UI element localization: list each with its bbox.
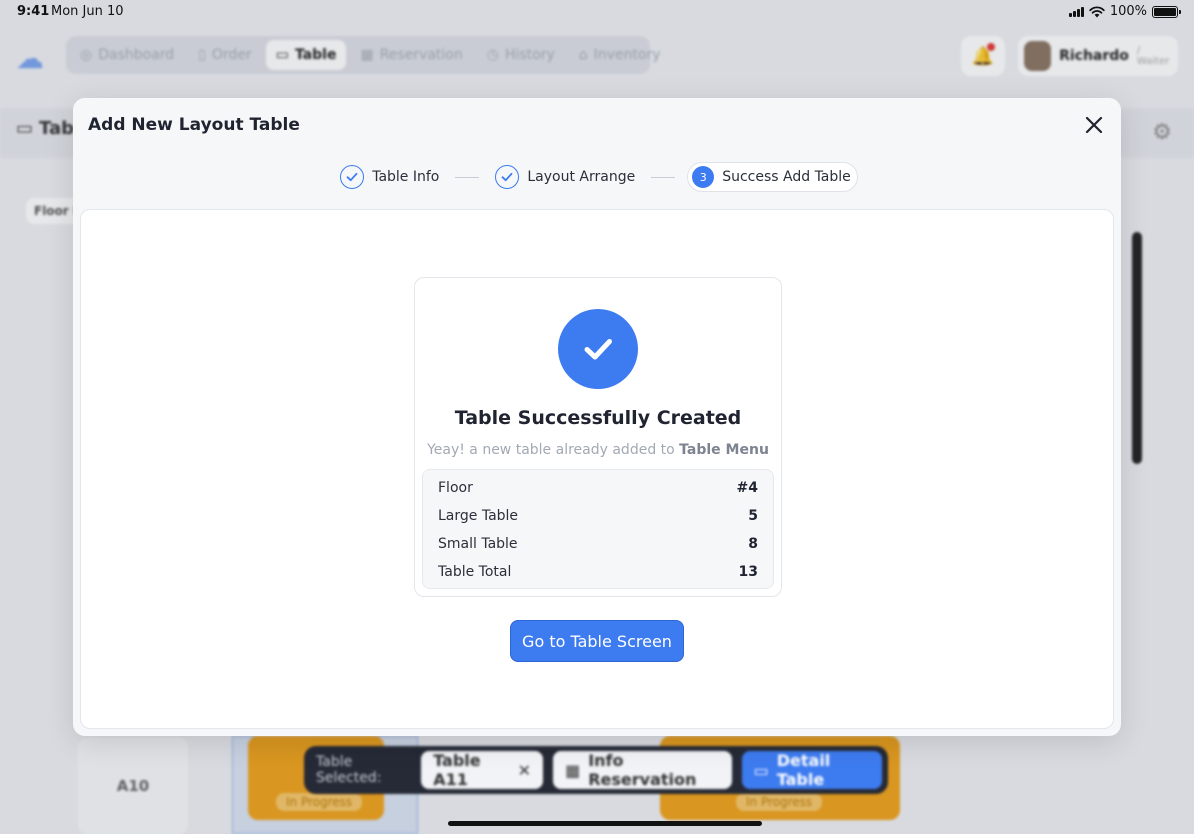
step-label: Layout Arrange <box>527 169 636 185</box>
status-bar: 9:41 Mon Jun 10 100% <box>0 0 1194 24</box>
step-number: 3 <box>692 166 715 188</box>
go-to-table-screen-button[interactable]: Go to Table Screen <box>510 620 684 662</box>
status-date: Mon Jun 10 <box>51 4 124 19</box>
step-divider <box>651 176 676 178</box>
close-modal-button[interactable] <box>1079 110 1109 140</box>
status-time: 9:41 <box>17 4 50 19</box>
summary-row-small-table: Small Table 8 <box>438 536 758 552</box>
add-layout-table-modal: Add New Layout Table Table Info Layout A… <box>73 98 1121 736</box>
success-check-icon <box>558 309 638 389</box>
step-label: Success Add Table <box>722 169 851 185</box>
step-layout-arrange: Layout Arrange <box>491 162 639 192</box>
modal-content: Table Successfully Created Yeay! a new t… <box>80 209 1114 729</box>
success-card: Table Successfully Created Yeay! a new t… <box>414 277 782 597</box>
step-success-add-table: 3 Success Add Table <box>687 162 858 192</box>
summary-row-table-total: Table Total 13 <box>438 564 758 580</box>
table-selected-label: Table Selected: <box>316 754 382 786</box>
selected-table-chip[interactable]: Table A11 ✕ <box>421 751 544 789</box>
monitor-icon: ▭ <box>753 760 769 780</box>
summary-row-large-table: Large Table 5 <box>438 508 758 524</box>
check-circle-icon <box>340 165 365 189</box>
check-circle-icon <box>495 165 520 189</box>
step-label: Table Info <box>372 169 440 185</box>
cellular-signal-icon <box>1068 6 1084 17</box>
stepper: Table Info Layout Arrange 3 Success Add … <box>73 161 1121 193</box>
success-title: Table Successfully Created <box>454 407 742 429</box>
close-icon <box>1085 116 1103 134</box>
detail-table-button[interactable]: ▭ Detail Table <box>741 751 882 789</box>
wifi-icon <box>1089 5 1105 17</box>
battery-icon <box>1152 5 1181 18</box>
home-indicator <box>448 821 762 826</box>
success-subtitle: Yeay! a new table already added to Table… <box>427 442 769 458</box>
battery-percentage: 100% <box>1109 4 1147 19</box>
table-summary: Floor #4 Large Table 5 Small Table 8 Table … <box>422 469 774 589</box>
calendar-icon: ▦ <box>565 760 581 780</box>
step-divider <box>455 176 480 178</box>
step-table-info: Table Info <box>336 162 443 192</box>
modal-title: Add New Layout Table <box>88 115 300 135</box>
summary-row-floor: Floor #4 <box>438 480 758 496</box>
table-action-bar: Table Selected: Table A11 ✕ ▦ Info Reser… <box>304 746 888 794</box>
info-reservation-button[interactable]: ▦ Info Reservation <box>553 751 732 789</box>
close-icon[interactable]: ✕ <box>518 761 531 780</box>
